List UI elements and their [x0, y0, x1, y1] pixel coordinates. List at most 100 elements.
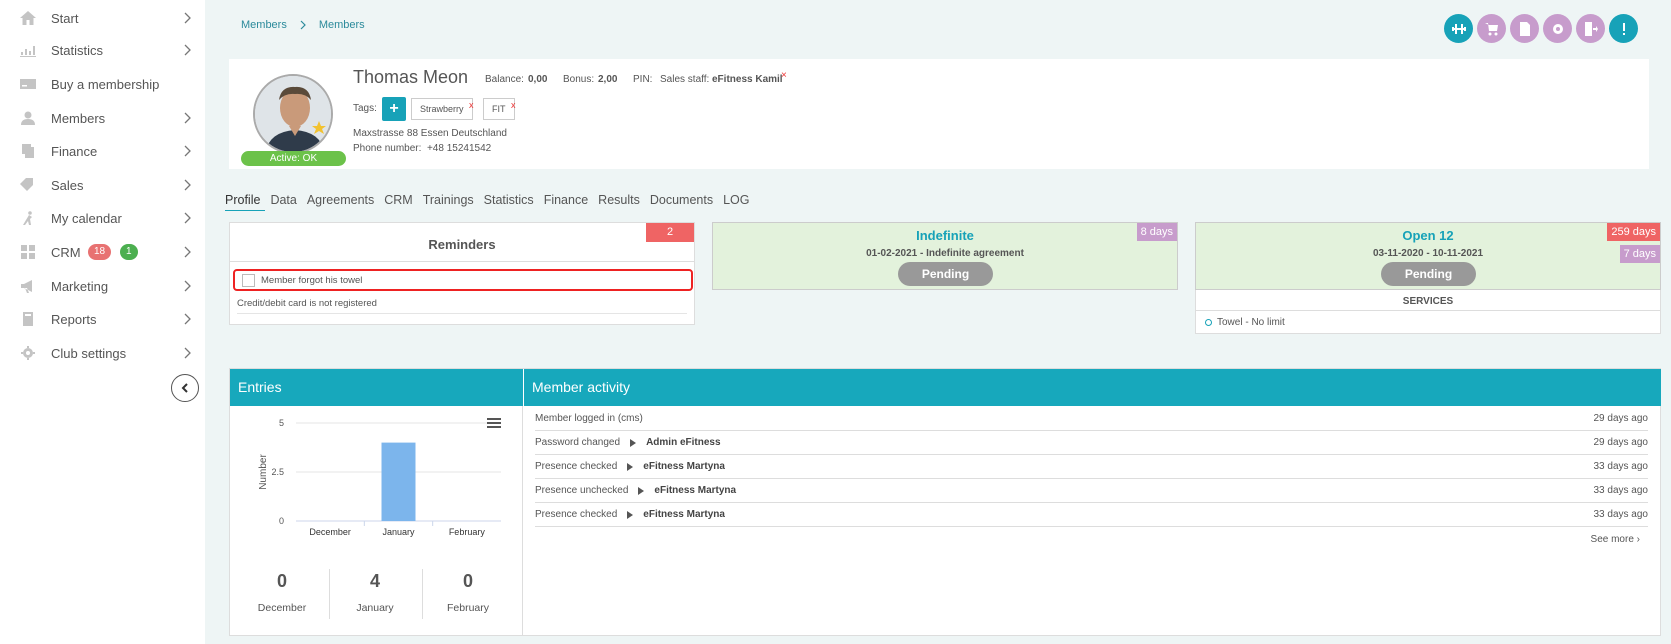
bonus-label: Bonus:	[563, 74, 595, 85]
caret-right-icon	[630, 438, 637, 447]
breadcrumb: Members Members	[241, 19, 365, 31]
tag-icon	[20, 178, 36, 192]
days-badge: 8 days	[1136, 223, 1177, 241]
tab-documents[interactable]: Documents	[650, 193, 718, 211]
tab-profile[interactable]: Profile	[225, 193, 266, 211]
chevron-right-icon	[184, 44, 192, 56]
activity-time: 33 days ago	[1593, 461, 1649, 472]
phone-value: +48 15241542	[426, 143, 492, 154]
sidebar-item-reports[interactable]: Reports	[0, 306, 205, 332]
sidebar-item-start[interactable]: Start	[0, 5, 205, 31]
stat-value: 0	[276, 571, 287, 591]
x-tick-label: December	[309, 527, 351, 537]
sidebar-item-buy-membership[interactable]: Buy a membership	[0, 71, 205, 97]
see-more-link[interactable]: See more ›	[1591, 534, 1640, 545]
sidebar-item-my-calendar[interactable]: My calendar	[0, 205, 205, 231]
breadcrumb-link[interactable]: Members	[319, 19, 365, 31]
reminder-checkbox[interactable]	[242, 273, 255, 287]
tab-crm[interactable]: CRM	[384, 193, 417, 211]
sidebar-item-label: Sales	[51, 177, 84, 193]
top-actions	[1444, 14, 1638, 43]
agreement-card-open-12[interactable]: Open 12 03-11-2020 - 10-11-2021 Pending …	[1195, 222, 1661, 290]
activity-user[interactable]: Admin eFitness	[646, 437, 720, 448]
agreement-dates: 01-02-2021 - Indefinite agreement	[866, 248, 1024, 259]
sidebar-item-members[interactable]: Members	[0, 105, 205, 131]
activity-user[interactable]: eFitness Martyna	[654, 485, 736, 496]
gear-icon	[1552, 23, 1563, 34]
exit-button[interactable]	[1576, 14, 1605, 43]
sales-staff-value: eFitness Kamil	[712, 74, 783, 85]
balance-label: Balance:	[485, 74, 524, 85]
breadcrumb-link[interactable]: Members	[241, 19, 287, 31]
activity-text: Password changed	[535, 437, 621, 448]
activity-text: Presence checked	[535, 461, 618, 472]
reminder-item[interactable]: Member forgot his towel	[233, 269, 693, 291]
status-badge: Active: OK	[241, 151, 346, 166]
services-title: SERVICES	[1402, 296, 1454, 307]
remove-tag-icon[interactable]: x	[511, 95, 516, 115]
agreement-status-button[interactable]: Pending	[898, 262, 993, 286]
crm-badge-red: 18	[88, 244, 112, 260]
sidebar-item-label: Club settings	[51, 345, 127, 361]
divider	[237, 313, 687, 314]
chart-menu-icon[interactable]	[487, 417, 501, 429]
user-icon	[20, 111, 36, 125]
sidebar-item-club-settings[interactable]: Club settings	[0, 340, 205, 366]
tab-statistics[interactable]: Statistics	[484, 193, 539, 211]
tags-label: Tags:	[353, 103, 377, 114]
training-button[interactable]	[1444, 14, 1473, 43]
tag-chip[interactable]: FIT x	[483, 95, 516, 120]
sidebar-item-sales[interactable]: Sales	[0, 172, 205, 198]
grid-icon	[20, 245, 36, 259]
add-tag-button[interactable]: +	[382, 97, 406, 121]
sidebar-item-label: CRM	[51, 244, 81, 260]
activity-user[interactable]: eFitness Martyna	[643, 461, 725, 472]
sidebar-item-marketing[interactable]: Marketing	[0, 273, 205, 299]
documents-button[interactable]	[1510, 14, 1539, 43]
sales-staff-label: Sales staff:	[660, 74, 710, 85]
exit-icon	[1584, 21, 1598, 36]
caret-right-icon	[638, 486, 645, 495]
caret-right-icon	[627, 462, 634, 471]
y-tick-label: 2.5	[271, 467, 284, 477]
agreement-status-button[interactable]: Pending	[1381, 262, 1476, 286]
sidebar-item-label: Marketing	[51, 278, 109, 294]
entries-stat: 4 January	[330, 571, 420, 614]
activity-row: Presence checked eFitness Martyna 33 days…	[535, 503, 1648, 527]
sidebar-item-crm[interactable]: CRM 18 1	[0, 239, 205, 265]
tab-log[interactable]: LOG	[723, 193, 754, 211]
member-photo	[255, 76, 331, 152]
profile-tabs: Profile Data Agreements CRM Trainings St…	[225, 193, 760, 211]
sidebar-item-label: Reports	[51, 311, 97, 327]
chevron-right-icon	[184, 212, 192, 224]
chevron-right-icon	[184, 112, 192, 124]
collapse-sidebar-button[interactable]	[171, 374, 199, 402]
tag-chip[interactable]: Strawberry x	[411, 95, 474, 120]
agreement-card-indefinite[interactable]: Indefinite 01-02-2021 - Indefinite agree…	[712, 222, 1178, 290]
stat-value: 0	[462, 571, 473, 591]
activity-text: Presence checked	[535, 509, 618, 520]
stat-label: December	[257, 602, 307, 614]
more-button[interactable]	[1609, 14, 1638, 43]
remove-tag-icon[interactable]: x	[469, 95, 474, 115]
entries-stat: 0 December	[237, 571, 327, 614]
sidebar-item-finance[interactable]: Finance	[0, 138, 205, 164]
remove-staff-icon[interactable]: ×	[781, 70, 787, 81]
settings-button[interactable]	[1543, 14, 1572, 43]
tab-trainings[interactable]: Trainings	[423, 193, 479, 211]
tab-results[interactable]: Results	[598, 193, 645, 211]
tab-data[interactable]: Data	[270, 193, 301, 211]
bonus-value: 2,00	[598, 74, 618, 85]
tab-finance[interactable]: Finance	[544, 193, 593, 211]
activity-time: 33 days ago	[1593, 485, 1649, 496]
activity-user[interactable]: eFitness Martyna	[643, 509, 725, 520]
chevron-right-icon	[184, 145, 192, 157]
reminder-note: Credit/debit card is not registered	[237, 298, 377, 309]
tab-agreements[interactable]: Agreements	[307, 193, 379, 211]
cart-button[interactable]	[1477, 14, 1506, 43]
exclamation-icon	[1622, 22, 1625, 35]
days-badge: 259 days	[1607, 223, 1660, 241]
chevron-right-icon	[184, 313, 192, 325]
activity-row: Presence checked eFitness Martyna 33 days…	[535, 455, 1648, 479]
sidebar-item-statistics[interactable]: Statistics	[0, 37, 205, 63]
